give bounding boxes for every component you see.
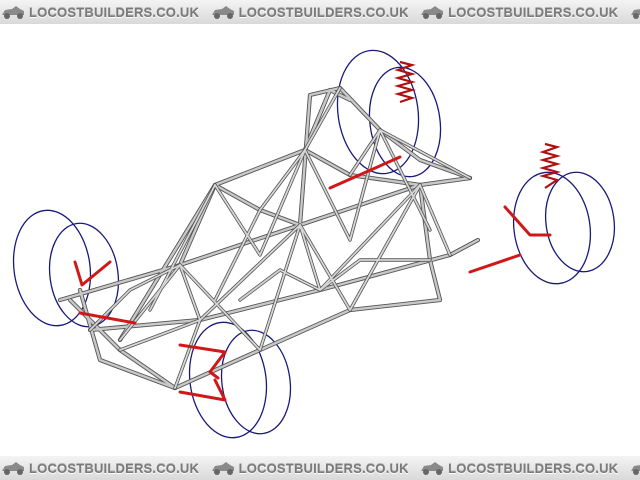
watermark-item: LOCOSTBUILDERS.CO.UK [210,0,409,24]
car-logo-icon [2,6,24,19]
rear-left-coilover [393,60,417,104]
watermark-text: LOCOSTBUILDERS.CO.UK [238,4,409,20]
watermark-item: LOCOSTBUILDERS.CO.UK [629,456,640,480]
suspension-arms [73,155,552,402]
chassis-diagram [0,24,640,456]
front-right-upper-arm [178,343,227,380]
watermark-item: LOCOSTBUILDERS.CO.UK [0,0,199,24]
watermark-item: LOCOSTBUILDERS.CO.UK [0,456,199,480]
rear-right-link [468,253,522,274]
watermark-item: LOCOSTBUILDERS.CO.UK [210,456,409,480]
watermark-item: LOCOSTBUILDERS.CO.UK [419,456,618,480]
space-frame [57,85,481,391]
car-logo-icon [421,6,444,19]
rear-right-upright [503,205,552,237]
car-logo-icon [630,9,640,19]
coilover-springs [393,60,562,189]
car-logo-icon [630,465,640,475]
watermark-text: LOCOSTBUILDERS.CO.UK [448,460,619,476]
watermark-banner-bottom: LOCOSTBUILDERS.CO.UK LOCOSTBUILDERS.CO.U… [0,456,640,480]
watermark-text: LOCOSTBUILDERS.CO.UK [29,4,200,20]
rear-right-coilover [538,142,562,189]
car-logo-icon [421,462,444,475]
car-logo-icon [211,6,234,19]
front-right-wheel [188,321,292,439]
car-logo-icon [211,462,234,475]
watermark-text: LOCOSTBUILDERS.CO.UK [448,4,619,20]
watermark-item: LOCOSTBUILDERS.CO.UK [629,0,640,24]
front-left-wishbone [73,260,112,287]
watermark-banner-top: LOCOSTBUILDERS.CO.UK LOCOSTBUILDERS.CO.U… [0,0,640,24]
wheels [12,49,616,439]
car-logo-icon [2,462,24,475]
watermark-item: LOCOSTBUILDERS.CO.UK [419,0,618,24]
watermark-text: LOCOSTBUILDERS.CO.UK [238,460,409,476]
watermark-text: LOCOSTBUILDERS.CO.UK [29,460,200,476]
